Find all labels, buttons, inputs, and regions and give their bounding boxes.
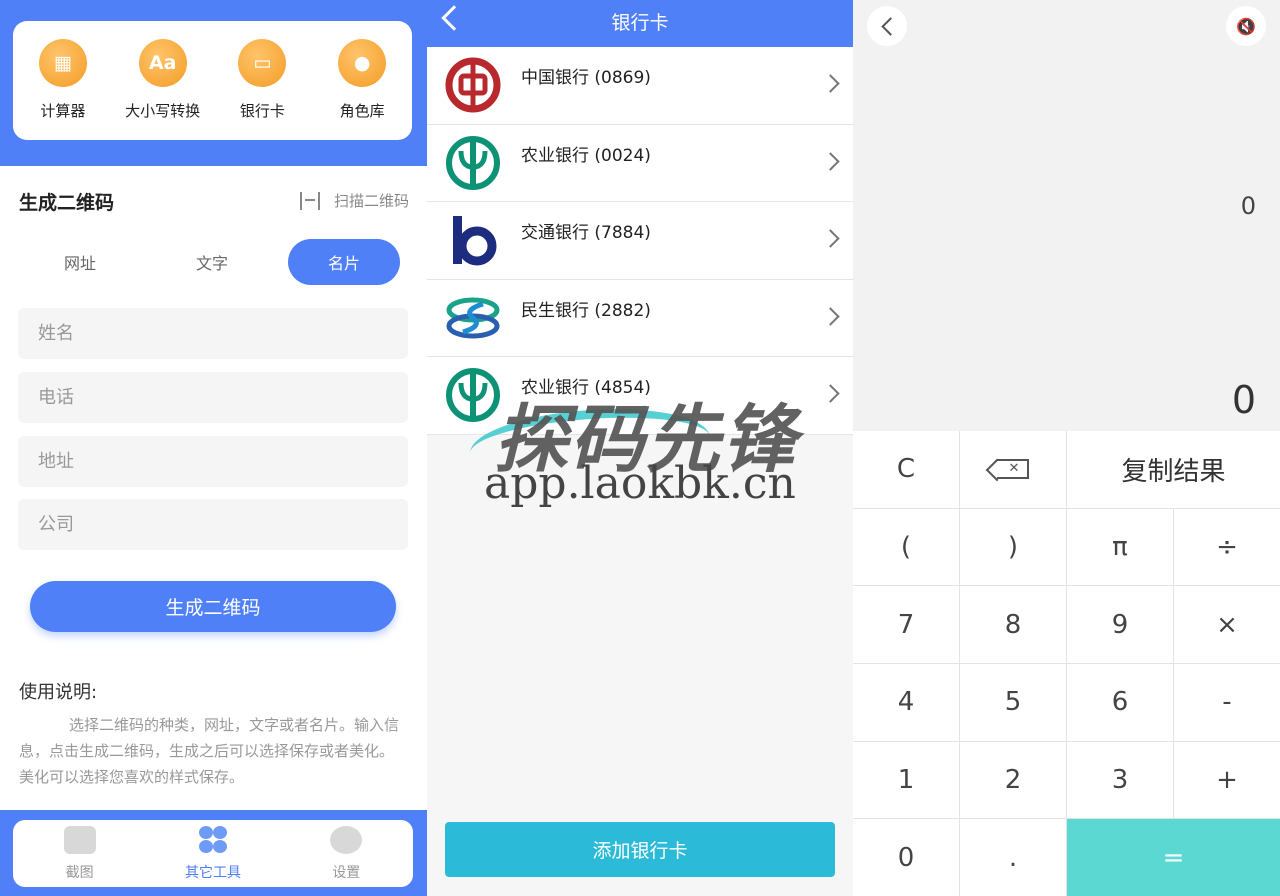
tab-text[interactable]: 文字: [146, 239, 278, 285]
tool-case-convert[interactable]: Aa 大小写转换: [113, 21, 213, 140]
key-6[interactable]: 6: [1067, 663, 1173, 741]
chevron-right-icon: [821, 151, 840, 171]
key-backspace[interactable]: ✕: [960, 431, 1066, 508]
settings-face-icon: [330, 826, 363, 854]
key-left-paren[interactable]: (: [853, 508, 959, 586]
scan-label: 扫描二维码: [333, 192, 409, 210]
key-dot[interactable]: .: [960, 819, 1066, 896]
key-2[interactable]: 2: [960, 741, 1066, 819]
key-3[interactable]: 3: [1067, 741, 1173, 819]
bank-row[interactable]: 中国银行 (0869): [427, 47, 853, 125]
phone-input[interactable]: [18, 372, 408, 423]
key-plus[interactable]: +: [1174, 741, 1280, 819]
section-title: 生成二维码: [19, 192, 115, 214]
key-copy-result[interactable]: 复制结果: [1067, 431, 1280, 508]
mute-icon[interactable]: 🔇: [1226, 6, 1266, 46]
key-5[interactable]: 5: [960, 663, 1066, 741]
key-7[interactable]: 7: [853, 586, 959, 663]
key-divide[interactable]: ÷: [1174, 508, 1280, 586]
calculator-screen: 🔇 0 0 C ✕ 复制结果 ( ) π ÷ 7 8 9 × 4 5 6 - 1…: [853, 0, 1280, 896]
agricultural-bank-logo-icon: [446, 135, 500, 190]
case-convert-icon: Aa: [138, 39, 187, 87]
tool-bank-card[interactable]: ▭ 银行卡: [213, 21, 313, 140]
scan-icon: [299, 191, 320, 210]
tab-business-card[interactable]: 名片: [288, 239, 400, 285]
nav-settings[interactable]: 设置: [280, 820, 413, 887]
tool-label: 银行卡: [239, 102, 285, 120]
tab-url[interactable]: 网址: [14, 239, 146, 285]
page-title: 银行卡: [611, 12, 669, 34]
generate-qr-button[interactable]: 生成二维码: [30, 581, 396, 632]
chevron-right-icon: [821, 229, 840, 248]
bank-row[interactable]: 农业银行 (0024): [427, 125, 853, 202]
bank-row[interactable]: 交通银行 (7884): [427, 202, 853, 280]
key-pi[interactable]: π: [1067, 508, 1173, 586]
bank-name: 中国银行 (0869): [521, 68, 651, 88]
nav-label: 其它工具: [184, 865, 241, 881]
calculator-icon: ▦: [38, 39, 87, 87]
bank-of-communications-logo-icon: [453, 216, 497, 266]
role-library-icon: ●: [338, 39, 387, 87]
bank-row[interactable]: 民生银行 (2882): [427, 280, 853, 357]
bottom-nav: 截图 其它工具 设置: [13, 820, 413, 887]
bank-of-china-logo-icon: [445, 57, 501, 113]
tool-label: 角色库: [339, 102, 385, 120]
chevron-right-icon: [821, 384, 840, 403]
add-bank-card-button[interactable]: 添加银行卡: [445, 822, 835, 877]
qr-type-tabs: 网址 文字 名片: [14, 239, 408, 285]
keypad: C ✕ 复制结果 ( ) π ÷ 7 8 9 × 4 5 6 - 1 2 3 +…: [853, 431, 1280, 896]
bank-list: 中国银行 (0869) 农业银行 (0024) 交通银行 (7884) 民生银行…: [427, 47, 853, 435]
usage-title: 使用说明:: [19, 682, 98, 703]
qr-generator-screen: ▦ 计算器 Aa 大小写转换 ▭ 银行卡 ● 角色库 生成二维码 扫描二维码 网…: [0, 0, 427, 896]
key-1[interactable]: 1: [853, 741, 959, 819]
key-clear[interactable]: C: [853, 431, 959, 508]
key-4[interactable]: 4: [853, 663, 959, 741]
watermark-url: app.laokbk.cn: [484, 458, 796, 509]
key-equals[interactable]: =: [1067, 819, 1280, 896]
key-9[interactable]: 9: [1067, 586, 1173, 663]
tool-label: 计算器: [40, 102, 86, 120]
result-display: 0: [1231, 378, 1256, 422]
company-input[interactable]: [18, 499, 408, 550]
tool-label: 大小写转换: [125, 102, 201, 120]
usage-text: 选择二维码的种类，网址，文字或者名片。输入信息，点击生成二维码，生成之后可以选择…: [19, 716, 400, 786]
scan-qr-link[interactable]: 扫描二维码: [299, 190, 409, 211]
nav-screenshot[interactable]: 截图: [13, 820, 146, 887]
grid-icon: [197, 826, 229, 854]
bank-name: 交通银行 (7884): [521, 223, 651, 243]
tools-card: ▦ 计算器 Aa 大小写转换 ▭ 银行卡 ● 角色库: [13, 21, 412, 140]
key-minus[interactable]: -: [1174, 663, 1280, 741]
nav-other-tools[interactable]: 其它工具: [146, 820, 279, 887]
image-icon: [63, 826, 96, 854]
qr-section-header: 生成二维码 扫描二维码: [19, 188, 409, 216]
backspace-icon: ✕: [997, 459, 1029, 480]
address-input[interactable]: [18, 436, 408, 487]
back-arrow-icon[interactable]: [867, 6, 907, 46]
key-0[interactable]: 0: [853, 819, 959, 896]
agricultural-bank-logo-icon: [446, 368, 500, 422]
name-input[interactable]: [18, 308, 408, 359]
expression-display: 0: [1240, 192, 1256, 220]
chevron-right-icon: [821, 306, 840, 326]
nav-label: 设置: [332, 865, 361, 881]
key-right-paren[interactable]: ): [960, 508, 1066, 586]
bank-name: 民生银行 (2882): [521, 300, 651, 321]
minsheng-bank-logo-icon: [446, 297, 500, 338]
tool-role-library[interactable]: ● 角色库: [312, 21, 412, 140]
nav-bar: 银行卡: [427, 0, 853, 47]
key-8[interactable]: 8: [960, 586, 1066, 663]
tool-calculator[interactable]: ▦ 计算器: [13, 21, 113, 140]
chevron-right-icon: [821, 74, 840, 93]
bank-card-icon: ▭: [238, 39, 287, 87]
key-multiply[interactable]: ×: [1174, 586, 1280, 663]
bank-name: 农业银行 (0024): [521, 145, 651, 166]
nav-label: 截图: [65, 865, 94, 881]
